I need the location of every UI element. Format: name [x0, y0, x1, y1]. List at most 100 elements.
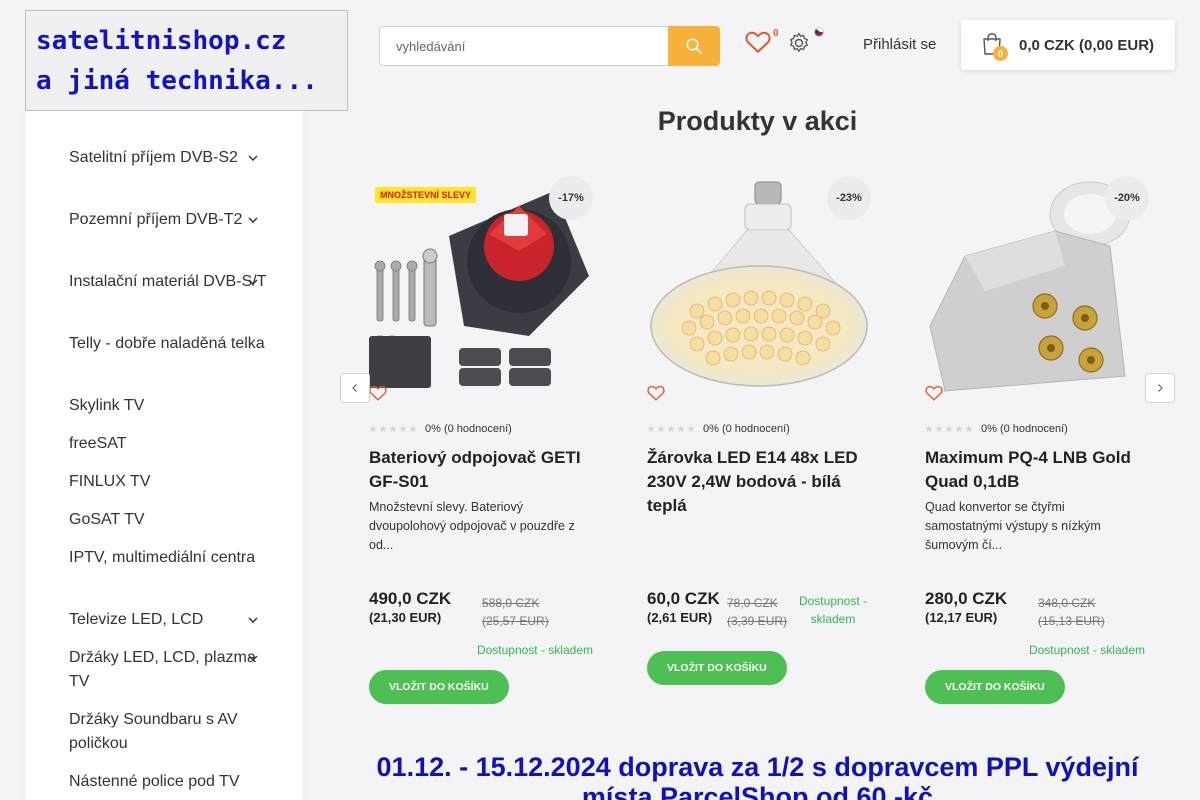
price-eur: (21,30 EUR): [369, 610, 442, 625]
heart-icon[interactable]: [647, 384, 665, 402]
price-czk: 60,0 CZK: [647, 589, 720, 608]
search-button[interactable]: [668, 26, 720, 66]
product-card: -20% 0% (0 hodnocení) Maximum PQ-4 LNB G…: [925, 176, 1149, 716]
product-name[interactable]: Maximum PQ-4 LNB Gold Quad 0,1dB: [925, 446, 1143, 494]
old-price-czk: 348,0 CZK: [1038, 596, 1096, 610]
search-input[interactable]: [380, 27, 669, 65]
sidebar-item-telly[interactable]: Telly - dobře naladěná telka: [69, 332, 269, 356]
wishlist-count: 0: [773, 28, 779, 39]
product-name[interactable]: Žárovka LED E14 48x LED 230V 2,4W bodová…: [647, 446, 865, 518]
sidebar-item-skylink[interactable]: Skylink TV: [69, 394, 269, 418]
chevron-down-icon[interactable]: [247, 614, 259, 626]
logo-line-2: a jiná technika...: [36, 66, 318, 96]
site-logo[interactable]: satelitnishop.cz a jiná technika...: [25, 10, 348, 111]
chevron-down-icon[interactable]: [247, 152, 259, 164]
star-icon: [925, 425, 933, 433]
star-icon: [677, 425, 685, 433]
star-icon: [399, 425, 407, 433]
price-czk: 490,0 CZK: [369, 589, 452, 608]
product-card: MNOŽSTEVNÍ SLEVY -17% 0% (0 hodnocení) B…: [369, 176, 593, 716]
sidebar-item-freesat[interactable]: freeSAT: [69, 432, 269, 456]
sidebar-item-televize[interactable]: Televize LED, LCD: [69, 608, 269, 632]
old-price: 588,0 CZK (25,57 EUR): [482, 594, 549, 630]
sidebar-item-pozemni-prijem[interactable]: Pozemní příjem DVB-T2: [69, 208, 269, 232]
search-icon: [686, 38, 702, 54]
rating-text: 0% (0 hodnocení): [703, 423, 790, 435]
availability: Dostupnost - skladem: [798, 594, 868, 626]
star-icon: [965, 425, 973, 433]
add-to-cart-button[interactable]: VLOŽIT DO KOŠÍKU: [647, 651, 787, 685]
heart-icon[interactable]: [369, 384, 387, 402]
old-price-eur: (25,57 EUR): [482, 614, 549, 628]
gear-icon: [790, 32, 808, 52]
chevron-down-icon[interactable]: [247, 652, 259, 664]
price-eur: (12,17 EUR): [925, 610, 998, 625]
add-to-cart-button[interactable]: VLOŽIT DO KOŠÍKU: [925, 670, 1065, 704]
sidebar-item-finlux[interactable]: FINLUX TV: [69, 470, 269, 494]
star-icon: [945, 425, 953, 433]
rating: 0% (0 hodnocení): [647, 423, 790, 435]
add-to-cart-button[interactable]: VLOŽIT DO KOŠÍKU: [369, 670, 509, 704]
sidebar-item-satelitni-prijem[interactable]: Satelitní příjem DVB-S2: [69, 146, 269, 170]
star-icon: [389, 425, 397, 433]
old-price-czk: 78,0 CZK: [727, 596, 778, 610]
price: 280,0 CZK (12,17 EUR): [925, 589, 1029, 627]
star-icon: [409, 425, 417, 433]
availability: Dostupnost - skladem: [1028, 643, 1145, 657]
cart-total: 0,0 CZK (0,00 EUR): [1019, 36, 1155, 54]
chevron-left-icon: [352, 384, 357, 392]
shopping-bag-icon: 0: [981, 32, 1008, 61]
star-rating: [647, 425, 695, 433]
price: 490,0 CZK (21,30 EUR): [369, 589, 473, 627]
product-name[interactable]: Bateriový odpojovač GETI GF-S01: [369, 446, 587, 494]
sidebar-item-iptv[interactable]: IPTV, multimediální centra: [69, 546, 269, 570]
settings-button[interactable]: [787, 31, 813, 57]
heart-icon[interactable]: [925, 384, 943, 402]
star-icon: [379, 425, 387, 433]
star-icon: [935, 425, 943, 433]
discount-badge: -23%: [827, 176, 871, 220]
slider-next-button[interactable]: [1145, 373, 1175, 403]
product-description: Množstevní slevy. Bateriový dvoupolohový…: [369, 500, 575, 552]
category-sidebar: Satelitní příjem DVB-S2 Pozemní příjem D…: [25, 111, 303, 800]
old-price: 348,0 CZK (15,13 EUR): [1038, 594, 1105, 630]
login-link[interactable]: Přihlásit se: [863, 36, 936, 53]
star-icon: [955, 425, 963, 433]
star-icon: [647, 425, 655, 433]
czech-flag-icon[interactable]: [814, 27, 824, 37]
search-field[interactable]: [379, 26, 669, 66]
rating-text: 0% (0 hodnocení): [981, 423, 1068, 435]
discount-badge: -17%: [549, 176, 593, 220]
chevron-down-icon[interactable]: [247, 214, 259, 226]
rating-text: 0% (0 hodnocení): [425, 423, 512, 435]
old-price-eur: (3,39 EUR): [727, 614, 788, 628]
sidebar-item-drzaky-tv[interactable]: Držáky LED, LCD, plazma TV: [69, 646, 269, 694]
star-icon: [369, 425, 377, 433]
price: 60,0 CZK (2,61 EUR): [647, 589, 727, 627]
old-price-eur: (15,13 EUR): [1038, 614, 1105, 628]
wishlist-button[interactable]: [745, 30, 773, 58]
cart-count-badge: 0: [993, 46, 1008, 61]
star-icon: [687, 425, 695, 433]
heart-icon: [745, 31, 771, 53]
chevron-down-icon[interactable]: [247, 276, 259, 288]
slider-prev-button[interactable]: [340, 373, 370, 403]
promo-banner[interactable]: 01.12. - 15.12.2024 doprava za 1/2 s dop…: [340, 752, 1175, 800]
rating: 0% (0 hodnocení): [369, 423, 512, 435]
sidebar-item-drzaky-soundbaru[interactable]: Držáky Soundbaru s AV poličkou: [69, 708, 269, 756]
chevron-right-icon: [1158, 384, 1163, 392]
logo-line-1: satelitnishop.cz: [36, 26, 287, 56]
sidebar-item-nastenne-police[interactable]: Nástenné police pod TV: [69, 770, 269, 794]
star-rating: [369, 425, 417, 433]
page: satelitnishop.cz a jiná technika... 0 Př…: [0, 0, 1200, 800]
discount-badge: -20%: [1105, 176, 1149, 220]
promo-badge: MNOŽSTEVNÍ SLEVY: [375, 187, 477, 203]
old-price-czk: 588,0 CZK: [482, 596, 540, 610]
sidebar-item-instalacni-material[interactable]: Instalační materiál DVB-S/T: [69, 270, 269, 294]
star-icon: [667, 425, 675, 433]
star-icon: [657, 425, 665, 433]
cart-button[interactable]: 0 0,0 CZK (0,00 EUR): [961, 20, 1175, 70]
sidebar-item-gosat[interactable]: GoSAT TV: [69, 508, 269, 532]
old-price: 78,0 CZK (3,39 EUR): [727, 594, 787, 630]
section-title: Produkty v akci: [657, 106, 858, 136]
